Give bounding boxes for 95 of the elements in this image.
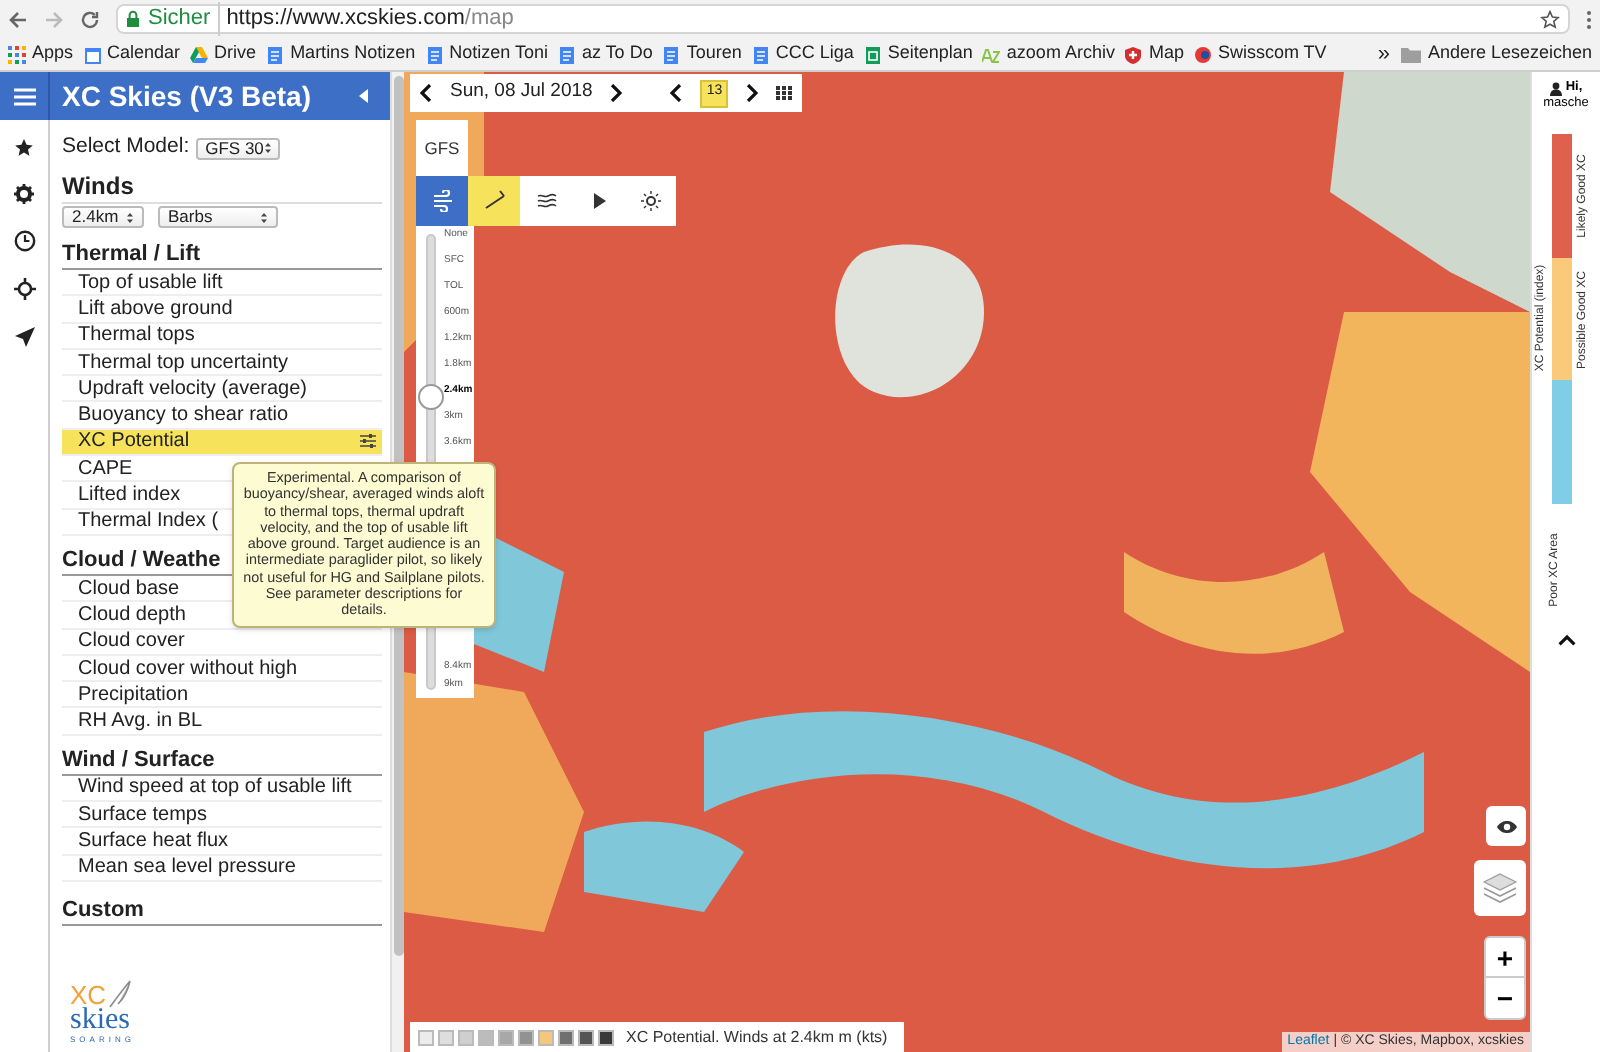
bookmark[interactable]: Swisscom TV xyxy=(1193,40,1327,68)
calendar-icon xyxy=(83,45,102,63)
drive-icon xyxy=(190,45,209,63)
legend-caption: XC Potential. Winds at 2.4km m (kts) xyxy=(626,1025,888,1049)
crosshair-icon[interactable] xyxy=(13,278,35,300)
sidebar-item[interactable]: Surface temps xyxy=(62,802,382,829)
document-icon xyxy=(266,45,285,63)
collapse-icon[interactable] xyxy=(358,88,370,104)
sidebar-item[interactable]: Thermal top uncertainty xyxy=(62,349,382,377)
document-icon xyxy=(751,45,770,63)
star-icon[interactable] xyxy=(14,138,34,158)
bookmark[interactable]: az To Do xyxy=(557,40,653,68)
sun-icon xyxy=(639,190,661,212)
security-label: Sicher xyxy=(148,4,211,35)
menu-icon[interactable] xyxy=(1586,9,1592,29)
bookmark[interactable]: Notizen Toni xyxy=(425,40,548,68)
bookmark[interactable]: azoom Archiv xyxy=(982,40,1115,68)
star-icon[interactable] xyxy=(1540,9,1560,29)
bookmark[interactable]: CCC Liga xyxy=(751,40,854,68)
bookmark[interactable]: Calendar xyxy=(83,40,181,68)
clock-icon[interactable] xyxy=(13,230,35,252)
zoom-out-button[interactable]: − xyxy=(1486,978,1524,1018)
contour-lines-icon xyxy=(535,190,557,212)
date-label: Sun, 08 Jul 2018 xyxy=(450,78,593,107)
sidebar-item[interactable]: XC Potential xyxy=(62,429,382,457)
user-icon xyxy=(1549,81,1562,95)
sidebar-item[interactable]: Surface heat flux xyxy=(62,828,382,856)
sidebar-item[interactable]: Cloud cover without high xyxy=(62,655,382,683)
section-heading: Thermal / Lift xyxy=(62,242,201,268)
menu-icon[interactable] xyxy=(13,87,35,105)
sidebar-item[interactable]: Precipitation xyxy=(62,682,382,709)
sidebar-item[interactable]: Cloud cover xyxy=(62,629,382,656)
chevron-right-icon[interactable] xyxy=(610,84,623,102)
slider-thumb[interactable] xyxy=(418,384,444,410)
dropdown[interactable]: GFS 30 xyxy=(195,137,280,159)
grid-icon[interactable] xyxy=(776,86,793,100)
lock-icon xyxy=(126,10,140,28)
spreadsheet-icon xyxy=(863,45,882,63)
document-icon xyxy=(425,45,444,63)
settings-icon[interactable] xyxy=(14,184,34,204)
dropdown[interactable]: 2.4km xyxy=(62,206,144,228)
chevron-up-icon[interactable] xyxy=(1557,634,1575,646)
wind-barb-icon xyxy=(483,190,505,212)
more-bookmarks-button[interactable]: » xyxy=(1377,38,1390,70)
dropdown-arrows-icon xyxy=(126,211,134,223)
address-bar[interactable]: Sicher https://www.xcskies.com/map xyxy=(116,4,1570,34)
bookmark[interactable]: Seitenplan xyxy=(863,40,973,68)
chevron-left-icon[interactable] xyxy=(670,84,683,102)
document-icon xyxy=(557,45,576,63)
section-heading: Cloud / Weathe xyxy=(62,547,221,574)
paper-plane-icon[interactable] xyxy=(13,326,35,348)
bookmark[interactable]: Martins Notizen xyxy=(266,40,416,68)
back-icon[interactable] xyxy=(8,9,28,29)
sidebar-item[interactable]: RH Avg. in BL xyxy=(62,708,382,736)
sidebar-item[interactable]: Buoyancy to shear ratio xyxy=(62,402,382,430)
circle-logo-icon xyxy=(1193,45,1212,63)
dropdown-arrows-icon xyxy=(260,211,268,223)
section-heading: Winds xyxy=(62,174,136,198)
sidebar-item[interactable]: Thermal tops xyxy=(62,323,382,350)
layers-icon xyxy=(1482,872,1518,904)
zoom-in-button[interactable]: + xyxy=(1486,938,1524,978)
section-heading: Wind / Surface xyxy=(62,747,215,774)
section-heading: Custom xyxy=(62,897,144,924)
app-title: XC Skies (V3 Beta) xyxy=(62,77,311,116)
folder-icon xyxy=(1399,45,1422,63)
bookmark[interactable]: Touren xyxy=(662,40,742,68)
logo-text: skies xyxy=(70,1008,130,1034)
chevron-left-icon[interactable] xyxy=(420,84,432,102)
model-button[interactable]: GFS xyxy=(416,120,468,176)
wind-icon xyxy=(431,190,453,212)
sidebar-item[interactable]: Wind speed at top of usable lift xyxy=(62,775,382,803)
bookmark-folder[interactable]: Andere Lesezeichen xyxy=(1399,40,1592,68)
eye-icon xyxy=(1495,819,1517,833)
glider-icon xyxy=(108,980,133,1008)
shield-icon xyxy=(1124,45,1143,63)
bookmark[interactable]: Map xyxy=(1124,40,1184,68)
sidebar-item[interactable]: Mean sea level pressure xyxy=(62,855,382,882)
model-label: Select Model: xyxy=(62,132,190,163)
dropdown[interactable]: Barbs xyxy=(158,206,278,228)
logo-text: XC xyxy=(70,984,107,1008)
sidebar-item[interactable]: Lift above ground xyxy=(62,296,382,324)
visibility-button[interactable] xyxy=(1486,806,1526,846)
grid-icon xyxy=(8,45,26,63)
dropdown-arrows-icon xyxy=(263,142,272,154)
bookmark[interactable]: Drive xyxy=(190,40,257,68)
sidebar-item[interactable]: Top of usable lift xyxy=(62,270,382,297)
chevron-right-icon[interactable] xyxy=(746,84,759,102)
sidebar-item[interactable]: Updraft velocity (average) xyxy=(62,376,382,403)
sliders-icon[interactable] xyxy=(360,434,376,449)
document-icon xyxy=(662,45,681,63)
reload-icon[interactable] xyxy=(80,9,100,29)
layers-button[interactable] xyxy=(1474,860,1526,916)
url-text: https://www.xcskies.com/map xyxy=(218,2,514,36)
letters-icon xyxy=(982,45,1001,63)
bookmark[interactable]: Apps xyxy=(8,40,74,68)
